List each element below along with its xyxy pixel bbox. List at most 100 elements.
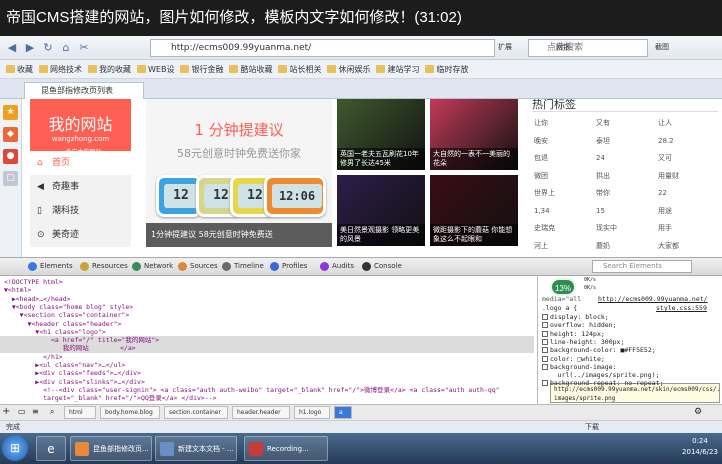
- dock-icon[interactable]: ▭: [18, 405, 26, 419]
- devtools-tab-timeline[interactable]: Timeline: [222, 258, 264, 275]
- tools-icon[interactable]: ✂: [76, 40, 92, 56]
- news-thumb[interactable]: 英国一老夫五瓦刷花10年修男了长达45米: [337, 99, 425, 170]
- style-prop-line[interactable]: background-image:: [542, 363, 720, 371]
- favorite-item[interactable]: 临时存放: [425, 60, 468, 78]
- forward-icon[interactable]: ▶: [22, 40, 38, 56]
- style-prop-line[interactable]: overflow: hidden;: [542, 321, 720, 329]
- tag-link[interactable]: 拱出: [596, 168, 651, 185]
- dom-node-line[interactable]: ▶<head>…</head>: [0, 295, 534, 303]
- breadcrumb-item[interactable]: html: [64, 406, 96, 419]
- devtools-tab-console[interactable]: Console: [362, 258, 402, 275]
- style-checkbox[interactable]: [542, 314, 548, 320]
- favorite-item[interactable]: WEB设: [137, 60, 174, 78]
- devtools-tab-elements[interactable]: Elements: [28, 258, 73, 275]
- tag-link[interactable]: 用手: [658, 220, 713, 237]
- dom-node-line[interactable]: ▼<html>: [0, 286, 534, 294]
- style-prop-line[interactable]: url(../images/sprite.png);: [542, 371, 720, 379]
- refresh-icon[interactable]: ↻: [40, 40, 56, 56]
- search-input[interactable]: 点此搜索: [528, 39, 648, 57]
- tag-link[interactable]: 又有: [596, 115, 651, 132]
- news-thumb[interactable]: 大自然的一表不一美丽的花朵: [430, 99, 518, 170]
- favorite-item[interactable]: 我的收藏: [88, 60, 131, 78]
- style-checkbox[interactable]: [542, 347, 548, 354]
- toolbar-screenshot[interactable]: 截图: [655, 42, 669, 52]
- devtools-tab-profiles[interactable]: Profiles: [270, 258, 307, 275]
- tag-link[interactable]: 让人: [658, 115, 713, 132]
- style-checkbox[interactable]: [542, 338, 548, 345]
- tag-link[interactable]: 28.2: [658, 133, 713, 150]
- star-icon[interactable]: ★: [3, 105, 18, 120]
- style-prop-line[interactable]: display: block;: [542, 313, 720, 321]
- dom-node-line[interactable]: 我的网站 </a>: [0, 344, 534, 353]
- back-icon[interactable]: ◀: [4, 40, 20, 56]
- breadcrumb-item[interactable]: header.header: [232, 406, 290, 419]
- tag-link[interactable]: 15: [596, 203, 651, 220]
- tag-link[interactable]: 史瑞克: [534, 220, 589, 237]
- dom-node-line[interactable]: <!DOCTYPE html>: [0, 278, 534, 286]
- rule-file-link[interactable]: style.css:559: [656, 304, 720, 312]
- console-toggle-icon[interactable]: +: [2, 405, 10, 419]
- style-prop-line[interactable]: line-height: 300px;: [542, 338, 720, 346]
- favorite-item[interactable]: 休闲娱乐: [327, 60, 370, 78]
- dom-node-line[interactable]: ▼<header class="header">: [0, 320, 534, 328]
- toolbar-netbank[interactable]: 网银: [556, 42, 570, 52]
- tag-link[interactable]: 24: [596, 150, 651, 167]
- inspect-icon[interactable]: ⌕: [50, 405, 54, 419]
- devtools-search-input[interactable]: Search Elements: [592, 260, 692, 273]
- shop-icon[interactable]: ◆: [3, 127, 18, 142]
- dom-node-line[interactable]: ▶<ul class="nav">…</ul>: [0, 361, 534, 369]
- tag-link[interactable]: 用量财: [658, 168, 713, 185]
- favorite-item[interactable]: 银行金融: [180, 60, 223, 78]
- tag-link[interactable]: 又可: [658, 150, 713, 167]
- style-prop-line[interactable]: background-repeat: no-repeat;: [542, 379, 720, 387]
- tag-link[interactable]: 河上: [534, 238, 589, 255]
- style-checkbox[interactable]: [542, 330, 548, 337]
- tag-link[interactable]: 包退: [534, 150, 589, 167]
- ie-icon[interactable]: e: [36, 436, 66, 461]
- tag-link[interactable]: 带你: [596, 185, 651, 202]
- dom-node-line[interactable]: ▶<div class="slinks">…</div>: [0, 378, 534, 386]
- nav-item[interactable]: ⊙ 美奇迹: [30, 223, 131, 247]
- dom-node-line[interactable]: ▼<section class="container">: [0, 311, 534, 319]
- news-thumb[interactable]: 美日然景观摄影 领略更美的风景: [337, 175, 425, 246]
- dom-node-line[interactable]: ▶<div class="feeds">…</div>: [0, 369, 534, 377]
- taskbar-item[interactable]: 新建文本文档 - ...: [155, 436, 237, 461]
- dom-node-line[interactable]: <!--<div class="user-signin"> <a class="…: [0, 386, 534, 394]
- breadcrumb-item[interactable]: a: [334, 406, 352, 419]
- nav-item[interactable]: ⌂ 首页: [30, 151, 131, 175]
- tag-link[interactable]: 现实中: [596, 220, 651, 237]
- favorite-item[interactable]: 站长相关: [278, 60, 321, 78]
- tool-icon[interactable]: ▢: [3, 171, 18, 186]
- tag-link[interactable]: 微团: [534, 168, 589, 185]
- breadcrumb-item[interactable]: section.container: [164, 406, 228, 419]
- nav-item[interactable]: ◀ 奇趣事: [30, 175, 131, 199]
- dom-node-line[interactable]: </h1>: [0, 353, 534, 361]
- tag-link[interactable]: 世界上: [534, 185, 589, 202]
- tag-link[interactable]: 用途: [658, 203, 713, 220]
- favorite-item[interactable]: 酷站收藏: [229, 60, 272, 78]
- dom-node-line[interactable]: ▼<body class="home blog" style>: [0, 303, 534, 311]
- news-thumb[interactable]: 微距摄影下的蘑菇 你能想象这么不起眼和: [430, 175, 518, 246]
- devtools-tab-network[interactable]: Network: [132, 258, 173, 275]
- address-bar[interactable]: http://ecms009.99yuanma.net/: [150, 39, 495, 57]
- favorite-item[interactable]: 建站学习: [376, 60, 419, 78]
- style-checkbox[interactable]: [542, 355, 548, 362]
- style-checkbox[interactable]: [542, 363, 548, 370]
- breadcrumb-item[interactable]: h1.logo: [294, 406, 330, 419]
- tag-link[interactable]: 蘑奶: [596, 238, 651, 255]
- devtools-tab-resources[interactable]: Resources: [80, 258, 128, 275]
- style-prop-line[interactable]: color: □white;: [542, 355, 720, 363]
- toolbar-extensions[interactable]: 扩展: [498, 42, 512, 52]
- tag-link[interactable]: 22: [658, 185, 713, 202]
- style-checkbox[interactable]: [542, 380, 548, 387]
- weibo-icon[interactable]: ●: [3, 149, 18, 164]
- tab-active[interactable]: 昆鱼部指修改页列表: [24, 82, 144, 99]
- banner[interactable]: 1 分钟提建议 58元创意时钟免费送你家 12 12 12 12:06 1分钟提建议 …: [146, 99, 332, 247]
- dom-node-line[interactable]: ▼<h1 class="logo">: [0, 328, 534, 336]
- style-prop-line[interactable]: height: 124px;: [542, 330, 720, 338]
- taskbar-item[interactable]: 昆鱼部指修改页...: [70, 436, 152, 461]
- tag-link[interactable]: 大家都: [658, 238, 713, 255]
- nav-item[interactable]: ▯ 潮科技: [30, 199, 131, 223]
- home-icon[interactable]: ⌂: [58, 40, 74, 56]
- breadcrumb-item[interactable]: body.home.blog: [100, 406, 160, 419]
